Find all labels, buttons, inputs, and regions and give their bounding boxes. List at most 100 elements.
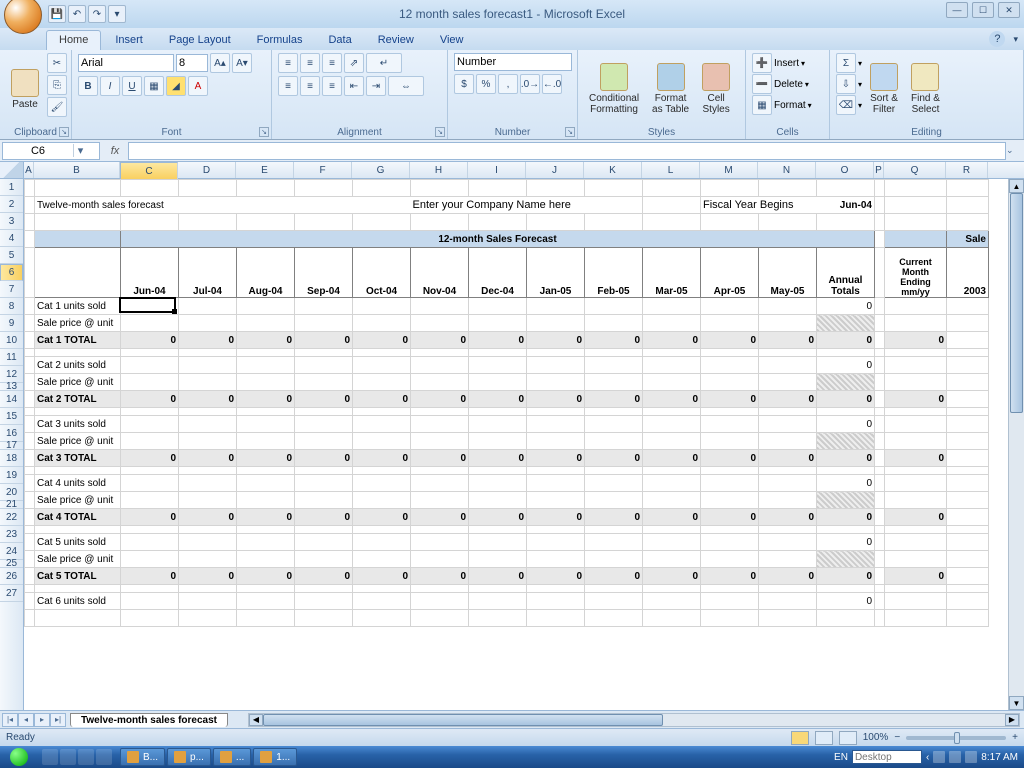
align-bottom-icon[interactable]: ≡ (322, 53, 342, 73)
ql-icon[interactable] (96, 749, 112, 765)
ql-icon[interactable] (78, 749, 94, 765)
zoom-in-icon[interactable]: + (1012, 732, 1018, 743)
cell[interactable] (759, 551, 817, 568)
decrease-decimal-icon[interactable]: ←.0 (542, 74, 562, 94)
cell[interactable]: 0 (817, 450, 875, 467)
category-units-label[interactable]: Cat 3 units sold (35, 416, 121, 433)
cell[interactable] (411, 467, 469, 475)
cell[interactable] (35, 526, 121, 534)
cell[interactable] (885, 585, 947, 593)
cell[interactable] (237, 492, 295, 509)
cell[interactable] (947, 357, 989, 374)
cell[interactable] (701, 408, 759, 416)
scroll-left-icon[interactable]: ◀ (249, 714, 263, 726)
cell[interactable] (35, 585, 121, 593)
cell[interactable] (527, 492, 585, 509)
cell[interactable] (469, 433, 527, 450)
cell[interactable] (469, 534, 527, 551)
cell[interactable] (295, 534, 353, 551)
cell[interactable]: 0 (759, 450, 817, 467)
tab-view[interactable]: View (428, 31, 476, 50)
cell[interactable] (817, 349, 875, 357)
sort-filter-button[interactable]: Sort & Filter (865, 53, 903, 125)
cell[interactable]: 0 (759, 509, 817, 526)
cell[interactable] (585, 433, 643, 450)
cell[interactable] (35, 349, 121, 357)
cell[interactable] (701, 416, 759, 433)
cell[interactable] (527, 349, 585, 357)
cell[interactable]: 0 (817, 416, 875, 433)
cell[interactable] (875, 197, 885, 214)
name-box-dropdown-icon[interactable]: ▾ (73, 144, 87, 157)
cell[interactable] (527, 357, 585, 374)
cell[interactable] (353, 593, 411, 610)
cell[interactable] (469, 585, 527, 593)
cell[interactable]: 0 (411, 568, 469, 585)
cell[interactable] (295, 585, 353, 593)
cell[interactable] (759, 416, 817, 433)
find-select-button[interactable]: Find & Select (906, 53, 945, 125)
cell[interactable] (469, 467, 527, 475)
cell[interactable] (701, 349, 759, 357)
cell[interactable] (353, 349, 411, 357)
cell[interactable] (25, 416, 35, 433)
cell[interactable] (875, 357, 885, 374)
month-header[interactable]: Sep-04 (295, 248, 353, 298)
last-sheet-icon[interactable]: ▸| (50, 713, 66, 727)
cell[interactable] (469, 298, 527, 315)
row-header-26[interactable]: 26 (0, 568, 23, 585)
cell[interactable] (643, 315, 701, 332)
cell[interactable] (643, 298, 701, 315)
cell[interactable] (35, 408, 121, 416)
minimize-button[interactable]: — (946, 2, 968, 18)
page-layout-view-icon[interactable] (815, 731, 833, 745)
month-header[interactable]: Jun-04 (121, 248, 179, 298)
cell[interactable]: 0 (527, 332, 585, 349)
cell[interactable] (947, 593, 989, 610)
cell[interactable] (947, 610, 989, 627)
cell[interactable]: 0 (643, 568, 701, 585)
month-header[interactable]: Nov-04 (411, 248, 469, 298)
start-button[interactable] (0, 746, 38, 768)
cell[interactable] (527, 214, 585, 231)
cell[interactable] (875, 180, 885, 197)
cell[interactable] (25, 492, 35, 509)
row-header-11[interactable]: 11 (0, 349, 23, 366)
cell[interactable] (527, 433, 585, 450)
cell[interactable] (947, 298, 989, 315)
cell[interactable] (701, 374, 759, 391)
cell[interactable] (411, 214, 469, 231)
column-header-M[interactable]: M (700, 162, 758, 178)
category-units-label[interactable]: Cat 1 units sold (35, 298, 121, 315)
cell[interactable]: 0 (179, 568, 237, 585)
cell[interactable] (885, 475, 947, 492)
maximize-button[interactable]: ☐ (972, 2, 994, 18)
cell[interactable]: 0 (353, 509, 411, 526)
cell[interactable] (947, 433, 989, 450)
cell[interactable] (585, 534, 643, 551)
cell[interactable] (353, 585, 411, 593)
cell[interactable] (947, 585, 989, 593)
column-header-O[interactable]: O (816, 162, 874, 178)
row-header-8[interactable]: 8 (0, 298, 23, 315)
cell[interactable] (179, 374, 237, 391)
cell[interactable]: 0 (643, 391, 701, 408)
cell[interactable] (411, 349, 469, 357)
cell[interactable] (947, 416, 989, 433)
cell[interactable]: 0 (237, 450, 295, 467)
cell[interactable] (237, 551, 295, 568)
cell[interactable] (759, 180, 817, 197)
cell[interactable]: 0 (643, 332, 701, 349)
cell[interactable] (237, 374, 295, 391)
cell[interactable] (585, 467, 643, 475)
cell[interactable] (469, 180, 527, 197)
select-all-button[interactable] (0, 162, 24, 178)
row-header-22[interactable]: 22 (0, 509, 23, 526)
tab-review[interactable]: Review (366, 31, 426, 50)
cell[interactable]: 0 (237, 391, 295, 408)
column-header-N[interactable]: N (758, 162, 816, 178)
format-cells-icon[interactable]: ▦ (752, 95, 772, 115)
cell[interactable]: 0 (885, 568, 947, 585)
language-indicator[interactable]: EN (834, 752, 848, 763)
cell[interactable]: 0 (411, 332, 469, 349)
